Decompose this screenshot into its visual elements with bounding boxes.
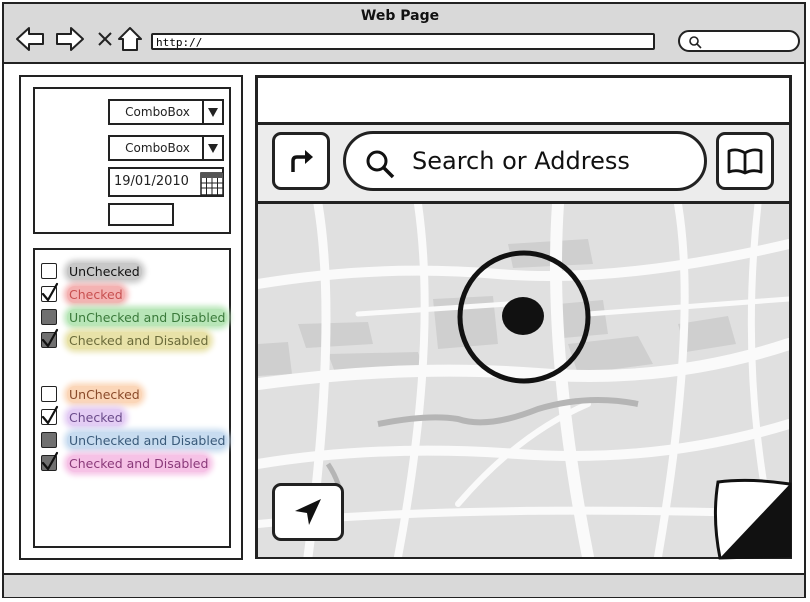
checkbox-label: UnChecked and Disabled — [67, 431, 228, 449]
bookmarks-button[interactable] — [716, 132, 774, 190]
map-search-field[interactable]: Search or Address — [343, 131, 707, 191]
status-bar — [4, 573, 804, 597]
checkbox[interactable] — [41, 405, 59, 425]
text-input[interactable] — [108, 203, 174, 226]
url-field[interactable]: http:// — [151, 33, 655, 50]
location-marker[interactable] — [456, 250, 592, 385]
home-icon — [118, 27, 142, 51]
calendar-icon[interactable] — [200, 170, 224, 196]
checkbox-label: Checked and Disabled — [67, 454, 211, 472]
checkbox — [41, 309, 57, 325]
checkbox-label: Checked — [67, 408, 125, 426]
checkbox — [41, 328, 59, 348]
back-button[interactable] — [15, 24, 45, 54]
book-icon — [727, 148, 763, 175]
checkbox-label: Checked — [67, 285, 125, 303]
combobox-2[interactable]: ComboBox — [108, 135, 224, 161]
checkbox[interactable] — [41, 386, 57, 402]
search-icon — [366, 150, 395, 179]
page-curl-button[interactable] — [710, 478, 792, 560]
close-icon — [98, 32, 112, 46]
checkmark-icon — [41, 451, 59, 471]
checkbox-row[interactable]: Checked — [41, 405, 125, 427]
combobox-2-value: ComboBox — [125, 141, 190, 155]
checkbox-label: Checked and Disabled — [67, 331, 211, 349]
date-value: 19/01/2010 — [114, 174, 189, 189]
checkbox-row: UnChecked and Disabled — [41, 430, 228, 450]
home-button[interactable] — [115, 24, 145, 54]
browser-search-field[interactable] — [678, 30, 800, 52]
checkbox-row: Checked and Disabled — [41, 451, 211, 473]
search-icon — [689, 36, 702, 49]
checkmark-icon — [41, 282, 59, 302]
my-location-button[interactable] — [272, 483, 344, 541]
checkbox-label: UnChecked — [67, 385, 142, 403]
combobox-1[interactable]: ComboBox — [108, 99, 224, 125]
map-search-placeholder: Search or Address — [412, 147, 630, 175]
window-title: Web Page — [360, 8, 440, 24]
directions-icon — [291, 150, 313, 172]
chevron-down-icon — [202, 137, 222, 159]
checkbox-label: UnChecked — [67, 262, 142, 280]
toolbar-divider — [4, 62, 804, 64]
location-arrow-icon — [295, 499, 321, 525]
checkbox[interactable] — [41, 263, 57, 279]
checkbox-label: UnChecked and Disabled — [67, 308, 228, 326]
checkbox[interactable] — [41, 282, 59, 302]
checkbox — [41, 432, 57, 448]
checkbox-row[interactable]: UnChecked — [41, 384, 142, 404]
checkmark-icon — [41, 405, 59, 425]
directions-button[interactable] — [272, 132, 330, 190]
date-picker[interactable]: 19/01/2010 — [108, 167, 224, 197]
chevron-down-icon — [202, 101, 222, 123]
forward-button[interactable] — [55, 24, 85, 54]
forward-arrow-icon — [56, 27, 84, 51]
checkbox-row: UnChecked and Disabled — [41, 307, 228, 327]
checkbox-row[interactable]: Checked — [41, 282, 125, 304]
checkbox — [41, 451, 59, 471]
combobox-1-value: ComboBox — [125, 105, 190, 119]
back-arrow-icon — [16, 27, 44, 51]
checkmark-icon — [41, 328, 59, 348]
checkbox-row[interactable]: UnChecked — [41, 261, 142, 281]
checkbox-row: Checked and Disabled — [41, 328, 211, 350]
